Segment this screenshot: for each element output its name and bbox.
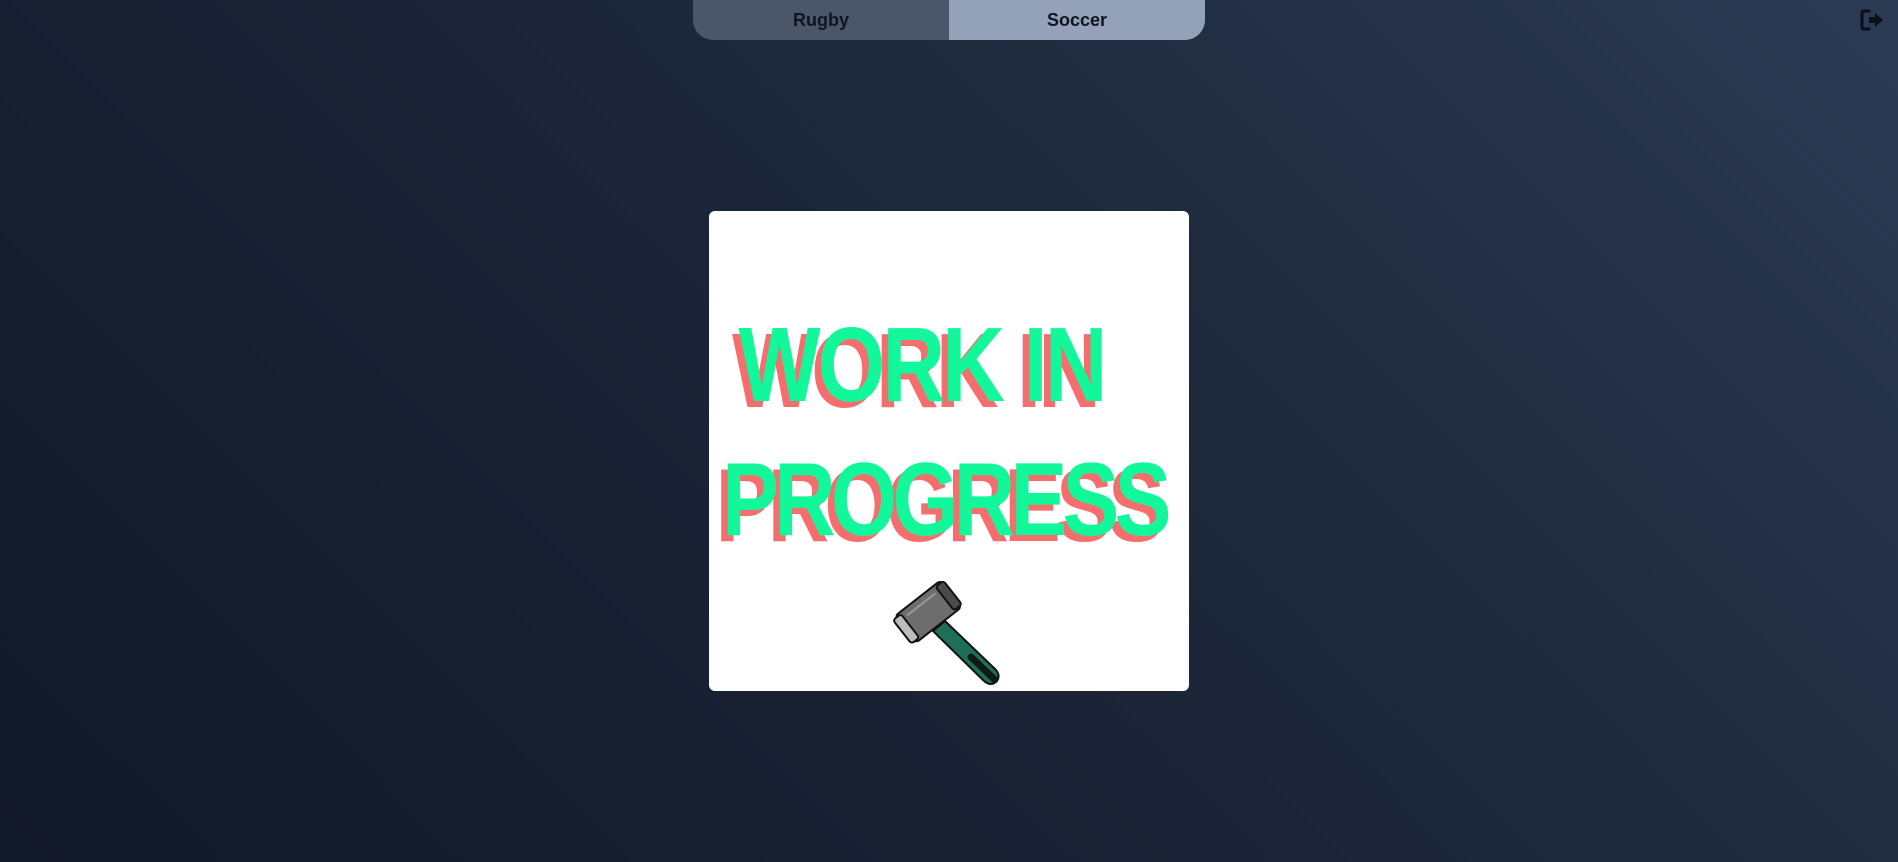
logout-button[interactable]	[1860, 8, 1886, 32]
logout-icon	[1860, 9, 1883, 31]
tab-soccer[interactable]: Soccer	[949, 0, 1205, 40]
tab-rugby[interactable]: Rugby	[693, 0, 949, 40]
wip-line2: PROGRESS	[722, 442, 1171, 558]
work-in-progress-image: WORK IN WORK IN PROGRESS PROGRESS	[709, 211, 1189, 691]
hammer-icon	[893, 580, 1000, 685]
sport-tabs: Rugby Soccer	[693, 0, 1205, 40]
wip-line1: WORK IN	[739, 305, 1108, 424]
